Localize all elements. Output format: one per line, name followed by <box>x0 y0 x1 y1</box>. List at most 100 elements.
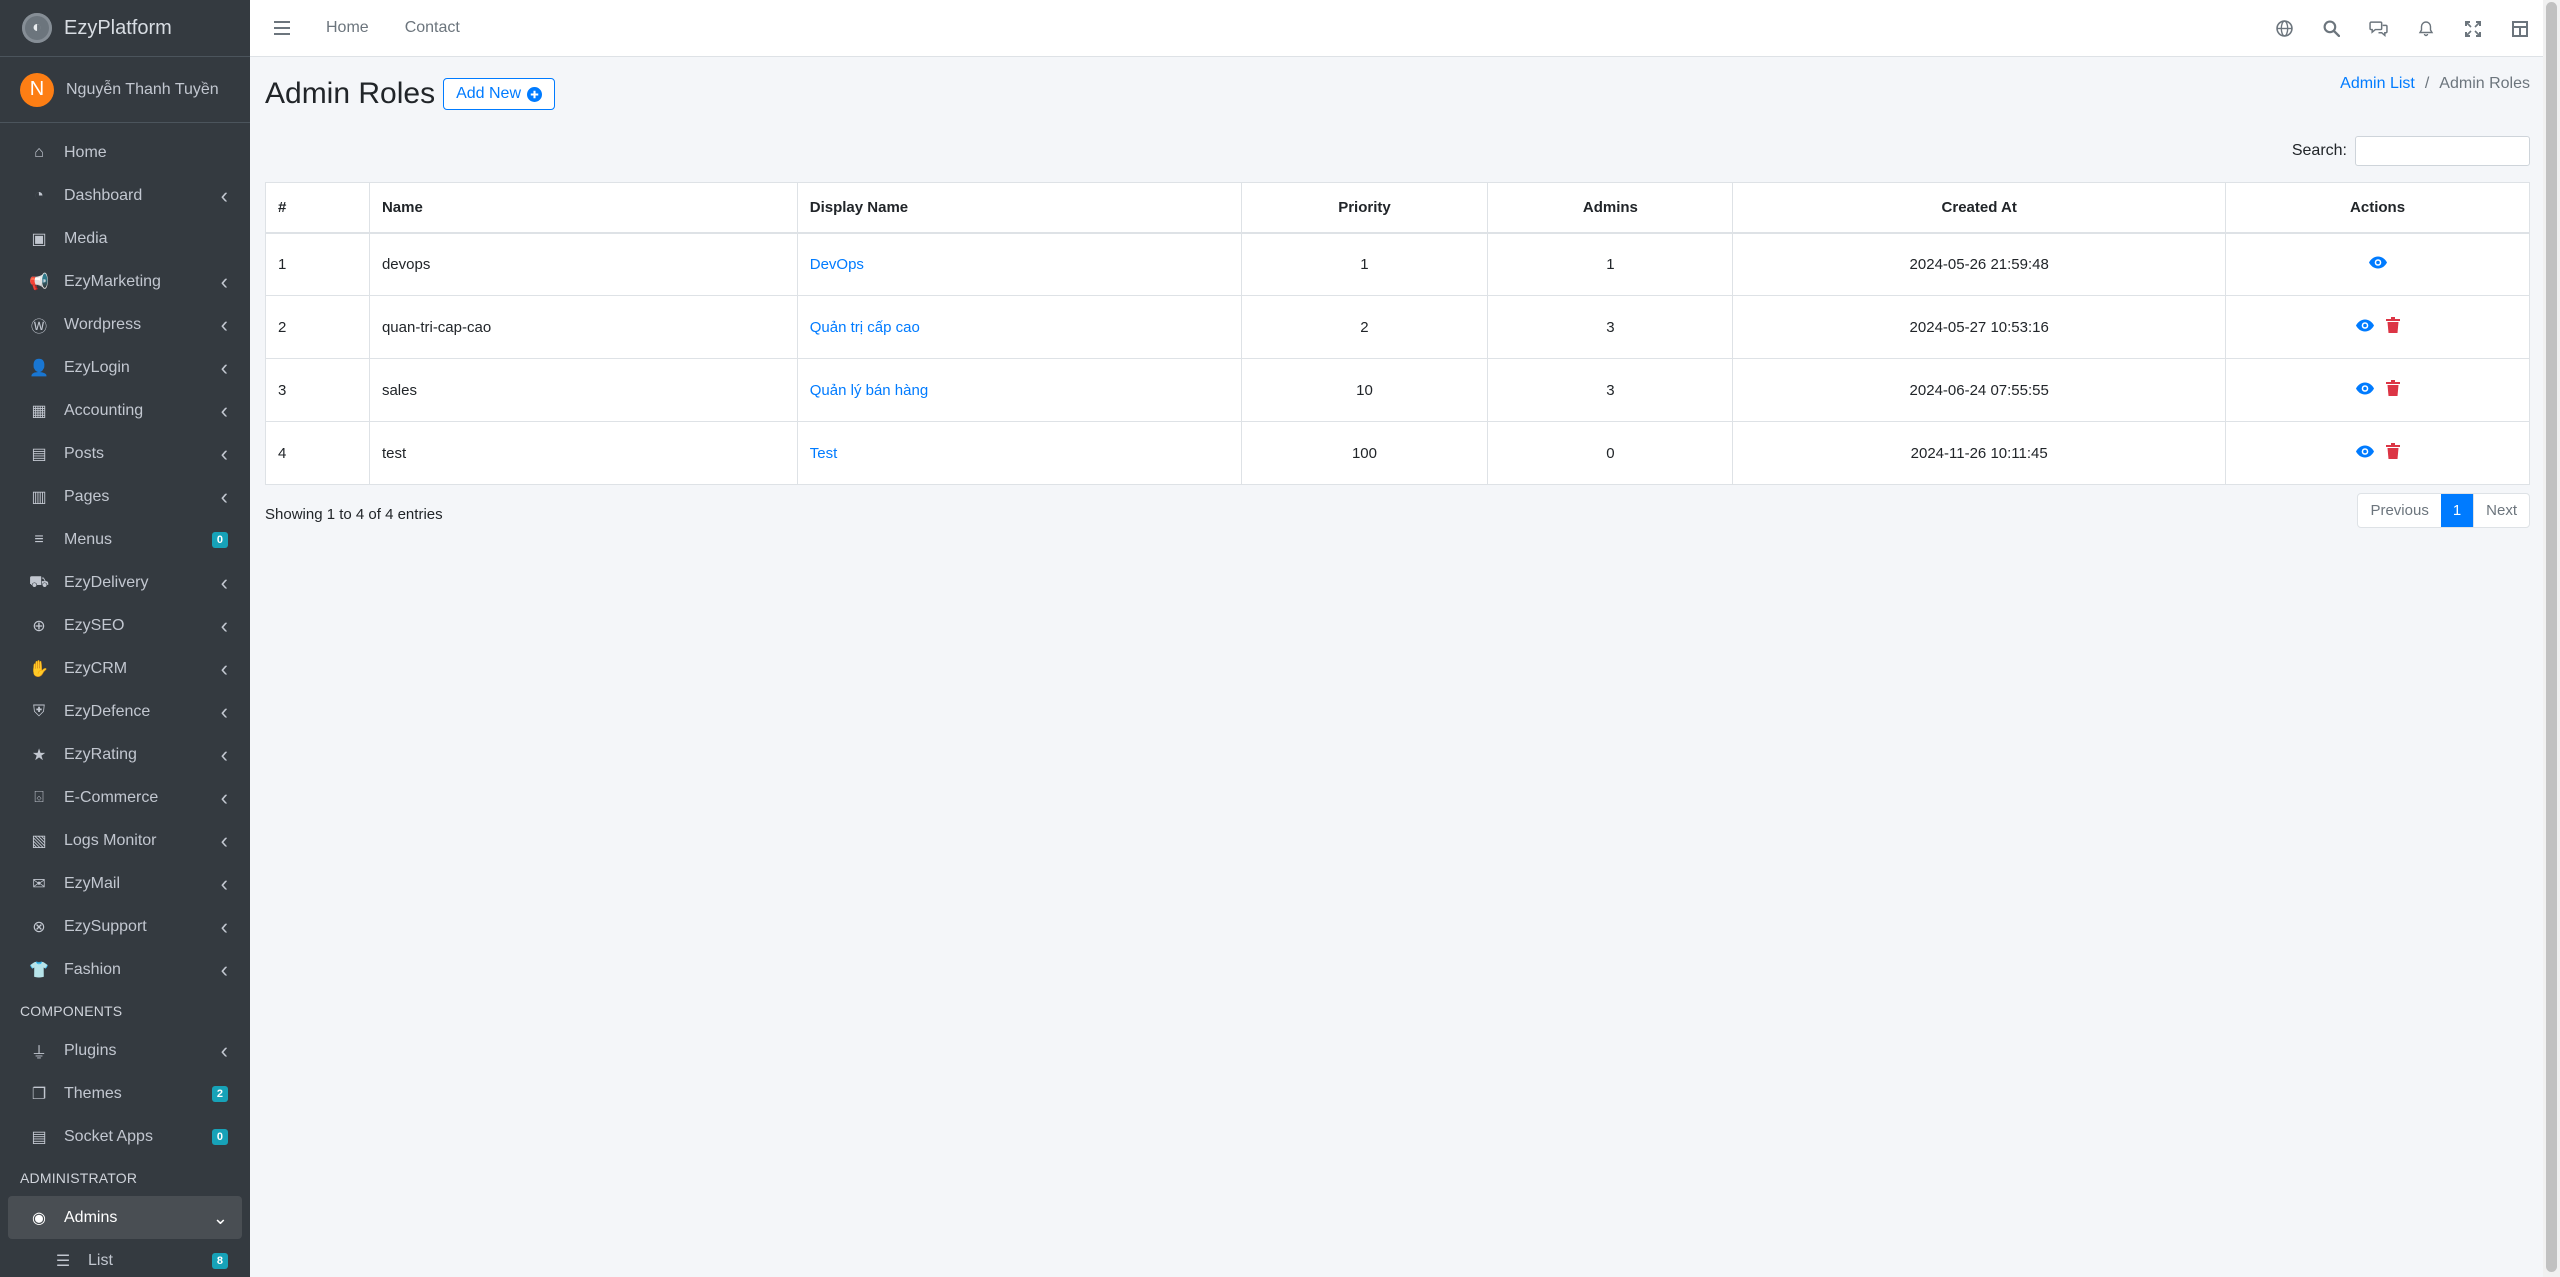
delete-trash-icon[interactable] <box>2385 317 2400 337</box>
sidebar-item-menus[interactable]: ≡ Menus 0 <box>8 518 242 561</box>
sidebar-item-e-commerce[interactable]: ⌺ E-Commerce ‹ <box>8 776 242 819</box>
sidebar-item-label: Logs Monitor <box>64 831 157 849</box>
sidebar-item-media[interactable]: ▣ Media <box>8 217 242 260</box>
column-header[interactable]: Priority <box>1240 182 1489 234</box>
sidebar-item-admins[interactable]: ◉ Admins ⌄ <box>8 1196 242 1239</box>
table-header-row: # Name Display Name Priority Admins Created A… <box>265 182 2530 234</box>
globe-icon[interactable] <box>2261 0 2308 57</box>
count-badge: 2 <box>211 1085 228 1102</box>
sidebar-item-label: Socket Apps <box>64 1127 153 1145</box>
page-1-button[interactable]: 1 <box>2440 494 2474 527</box>
sidebar-item-label: EzyCRM <box>64 659 128 677</box>
avatar: N <box>20 72 54 107</box>
comments-icon[interactable] <box>2355 0 2402 57</box>
content-header: Admin Roles Add New Admin List / Admin R… <box>265 57 2530 125</box>
brand[interactable]: ◐ EzyPlatform <box>0 0 250 57</box>
sidebar-item-fashion[interactable]: 👕 Fashion ‹ <box>8 948 242 991</box>
sidebar-item-label: Media <box>64 229 108 247</box>
display-name-link[interactable]: DevOps <box>810 256 864 273</box>
sidebar-item-dashboard[interactable]: ◔ Dashboard ‹ <box>8 174 242 217</box>
chevron-left-icon: ‹ <box>220 311 228 337</box>
sidebar-item-posts[interactable]: ▤ Posts ‹ <box>8 432 242 475</box>
user-panel[interactable]: N Nguyễn Thanh Tuyền <box>0 57 250 123</box>
sidebar-item-home[interactable]: ⌂ Home <box>8 131 242 174</box>
cell-admins: 0 <box>1487 421 1734 485</box>
sidebar-nav: ⌂ Home ◔ Dashboard ‹ ▣ Media 📢 EzyMarketing ‹ Ⓦ Wor… <box>0 123 250 1277</box>
next-button[interactable]: Next <box>2473 494 2529 527</box>
sidebar-item-label: Dashboard <box>64 186 143 204</box>
sidebar-item-label: Themes <box>64 1084 122 1102</box>
chevron-left-icon: ‹ <box>220 268 228 294</box>
sidebar-item-ezydelivery[interactable]: ⛟ EzyDelivery ‹ <box>8 561 242 604</box>
display-name-link[interactable]: Quản lý bán hàng <box>810 382 928 399</box>
view-eye-icon[interactable] <box>2368 256 2387 273</box>
cell-created-at: 2024-05-27 10:53:16 <box>1732 295 2227 359</box>
search-input[interactable] <box>2355 136 2530 166</box>
display-name-link[interactable]: Test <box>810 445 838 462</box>
column-header[interactable]: Admins <box>1487 182 1734 234</box>
delete-trash-icon[interactable] <box>2385 380 2400 400</box>
user-name[interactable]: Nguyễn Thanh Tuyền <box>66 81 219 99</box>
search-icon[interactable] <box>2308 0 2355 57</box>
pagination: Previous 1 Next <box>2357 493 2530 528</box>
delete-trash-icon[interactable] <box>2385 443 2400 463</box>
top-link-home[interactable]: Home <box>326 19 369 37</box>
sidebar-item-logs-monitor[interactable]: ▧ Logs Monitor ‹ <box>8 819 242 862</box>
star-icon: ★ <box>31 746 47 764</box>
sidebar-item-label: Menus <box>64 530 113 548</box>
breadcrumb-separator: / <box>2424 75 2430 92</box>
sidebar-item-themes[interactable]: ❐ Themes 2 <box>8 1072 242 1115</box>
previous-button[interactable]: Previous <box>2358 494 2440 527</box>
bell-icon[interactable] <box>2402 0 2449 57</box>
column-header[interactable]: Name <box>368 182 798 234</box>
search-plus-icon: ⊕ <box>32 617 46 635</box>
breadcrumb-admin-list[interactable]: Admin List <box>2340 75 2415 93</box>
column-header[interactable]: # <box>265 182 370 234</box>
cell-created-at: 2024-11-26 10:11:45 <box>1732 421 2227 485</box>
page-scrollbar[interactable] <box>2543 0 2560 1277</box>
sidebar-item-ezysupport[interactable]: ⊗ EzySupport ‹ <box>8 905 242 948</box>
sidebar-item-list[interactable]: ☰ List 8 <box>8 1239 242 1277</box>
column-header[interactable]: Display Name <box>796 182 1242 234</box>
view-eye-icon[interactable] <box>2355 382 2374 399</box>
count-badge: 0 <box>211 531 228 548</box>
sidebar-item-ezymarketing[interactable]: 📢 EzyMarketing ‹ <box>8 260 242 303</box>
view-eye-icon[interactable] <box>2355 319 2374 336</box>
cell-actions <box>2225 421 2530 485</box>
sidebar-item-ezyrating[interactable]: ★ EzyRating ‹ <box>8 733 242 776</box>
chevron-left-icon: ‹ <box>220 569 228 595</box>
sidebar-item-wordpress[interactable]: Ⓦ Wordpress ‹ <box>8 303 242 346</box>
breadcrumb: Admin List / Admin Roles <box>2340 75 2530 93</box>
column-header[interactable]: Actions <box>2225 182 2530 234</box>
table-row: 1 devops DevOps 1 1 2024-05-26 21:59:48 <box>265 232 2530 296</box>
sidebar-item-ezymail[interactable]: ✉ EzyMail ‹ <box>8 862 242 905</box>
scrollbar-thumb[interactable] <box>2546 2 2557 1272</box>
envelope-icon: ✉ <box>32 875 46 893</box>
fullscreen-icon[interactable] <box>2449 0 2496 57</box>
sidebar-item-ezyseo[interactable]: ⊕ EzySEO ‹ <box>8 604 242 647</box>
sidebar-item-label: Home <box>64 143 107 161</box>
sidebar-item-ezycrm[interactable]: ✋ EzyCRM ‹ <box>8 647 242 690</box>
menu-toggle-icon[interactable] <box>274 21 290 35</box>
roles-table: # Name Display Name Priority Admins Created A… <box>265 182 2530 485</box>
sidebar-item-ezydefence[interactable]: ⛨ EzyDefence ‹ <box>8 690 242 733</box>
sidebar-item-socket-apps[interactable]: ▤ Socket Apps 0 <box>8 1115 242 1158</box>
shield-icon: ⛨ <box>32 702 45 720</box>
grid-icon[interactable] <box>2496 0 2543 57</box>
cell-name: quan-tri-cap-cao <box>368 295 798 359</box>
sidebar-item-accounting[interactable]: ▦ Accounting ‹ <box>8 389 242 432</box>
cell-actions <box>2225 295 2530 359</box>
cell-actions <box>2225 232 2530 296</box>
add-new-button[interactable]: Add New <box>443 78 555 110</box>
sidebar-item-pages[interactable]: ▥ Pages ‹ <box>8 475 242 518</box>
display-name-link[interactable]: Quản trị cấp cao <box>810 319 920 336</box>
sidebar-item-label: EzyMarketing <box>64 272 161 290</box>
chevron-left-icon: ‹ <box>220 612 228 638</box>
column-header[interactable]: Created At <box>1732 182 2227 234</box>
page-title: Admin Roles <box>265 77 436 110</box>
view-eye-icon[interactable] <box>2355 445 2374 462</box>
sidebar-item-plugins[interactable]: ⏚ Plugins ‹ <box>8 1029 242 1072</box>
sidebar-item-ezylogin[interactable]: 👤 EzyLogin ‹ <box>8 346 242 389</box>
breadcrumb-current: Admin Roles <box>2439 75 2530 92</box>
top-link-contact[interactable]: Contact <box>405 19 460 37</box>
